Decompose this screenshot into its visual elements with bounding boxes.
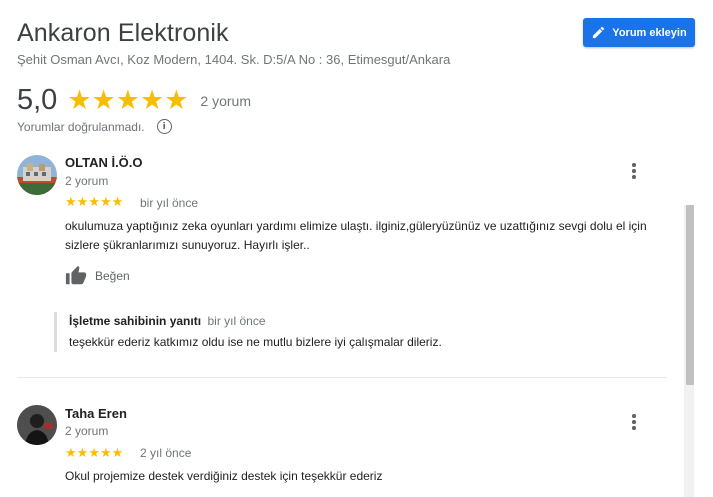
review-text: Okul projemize destek verdiğiniz destek …	[65, 469, 383, 483]
avatar-image	[17, 405, 57, 445]
star-icon: ★	[67, 85, 92, 115]
review-count[interactable]: 2 yorum	[200, 93, 251, 109]
review-stars: ★ ★ ★ ★ ★	[65, 446, 123, 459]
star-icon: ★	[139, 85, 165, 115]
like-button[interactable]: Beğen	[65, 265, 130, 287]
like-label: Beğen	[95, 269, 130, 283]
star-icon: ★	[111, 194, 124, 209]
star-icon: ★	[76, 194, 89, 209]
business-address: Şehit Osman Avcı, Koz Modern, 1404. Sk. …	[17, 52, 451, 67]
thumbs-up-icon	[65, 265, 87, 285]
add-review-button[interactable]: Yorum ekleyin	[583, 18, 695, 47]
review-time: 2 yıl önce	[140, 446, 192, 460]
avatar[interactable]	[17, 155, 57, 195]
star-icon: ★	[111, 445, 124, 460]
scrollbar-thumb[interactable]	[686, 205, 694, 385]
star-icon: ★	[164, 85, 189, 115]
info-icon[interactable]: i	[156, 119, 172, 134]
reviewer-name[interactable]: Taha Eren	[65, 406, 127, 421]
business-name: Ankaron Elektronik	[17, 19, 229, 47]
star-icon: ★	[99, 194, 112, 209]
review-text: okulumuza yaptığınız zeka oyunları yardı…	[65, 219, 647, 252]
star-icon: ★	[76, 445, 89, 460]
more-options-icon[interactable]	[626, 412, 642, 432]
reviewer-name[interactable]: OLTAN İ.Ö.O	[65, 155, 143, 170]
star-icon: ★	[99, 445, 112, 460]
star-icon: ★	[115, 85, 140, 115]
star-icon: ★	[65, 194, 77, 209]
unverified-notice: Yorumlar doğrulanmadı. i	[17, 119, 172, 134]
avatar[interactable]	[17, 405, 57, 445]
rating-stars: ★ ★ ★ ★ ★	[67, 87, 188, 114]
owner-reply-title: İşletme sahibinin yanıtı	[69, 314, 202, 328]
owner-reply-time: bir yıl önce	[207, 314, 266, 328]
star-icon: ★	[65, 445, 77, 460]
unverified-label: Yorumlar doğrulanmadı.	[17, 119, 145, 134]
pencil-icon	[593, 26, 605, 39]
rating-summary: 5,0 ★ ★ ★ ★ ★ 2 yorum	[17, 84, 251, 117]
owner-reply: İşletme sahibinin yanıtı bir yıl önce te…	[54, 312, 442, 352]
review-stars: ★ ★ ★ ★ ★	[65, 195, 123, 208]
reviewer-meta: 2 yorum	[65, 424, 109, 438]
star-icon: ★	[88, 445, 100, 460]
add-review-label: Yorum ekleyin	[612, 26, 687, 39]
review-divider	[17, 377, 667, 378]
star-icon: ★	[88, 194, 100, 209]
average-rating: 5,0	[17, 84, 58, 116]
avatar-image	[17, 155, 57, 195]
reviewer-meta: 2 yorum	[65, 174, 109, 188]
more-options-icon[interactable]	[626, 161, 642, 181]
star-icon: ★	[91, 85, 116, 115]
owner-reply-text: teşekkür ederiz katkımız oldu ise ne mut…	[69, 335, 442, 349]
review-time: bir yıl önce	[140, 196, 199, 210]
